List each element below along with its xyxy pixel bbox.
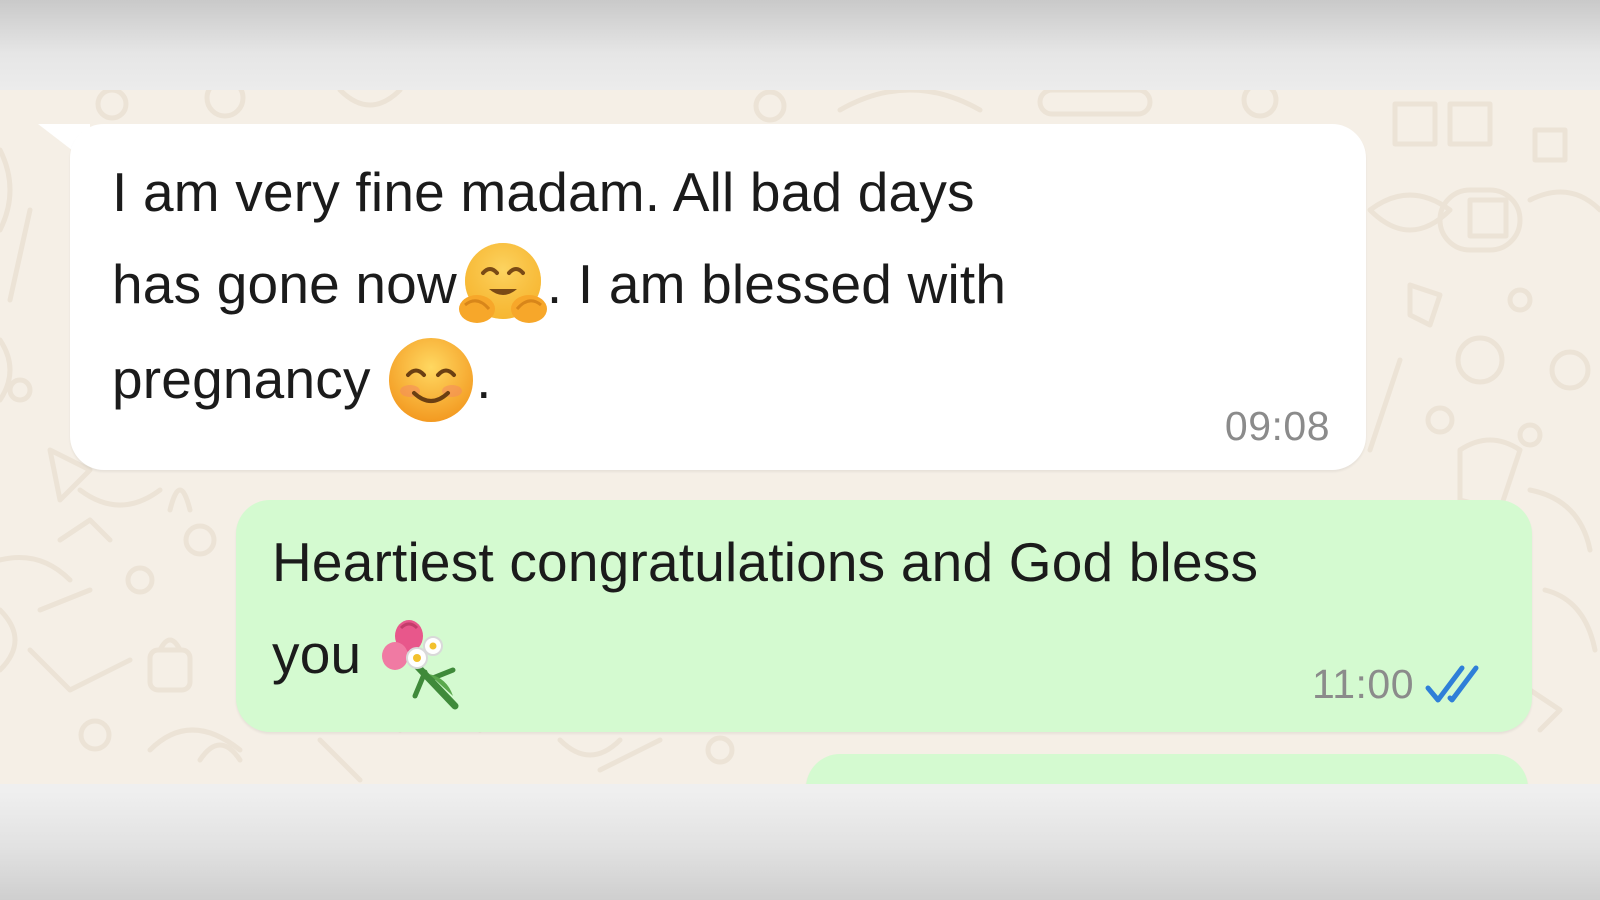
outgoing-message-bubble[interactable]: Heartiest congratulations and God bless …: [236, 500, 1532, 732]
smiling-face-with-smiling-eyes-emoji: [386, 335, 476, 425]
message-timestamp: 11:00: [1311, 661, 1414, 707]
message-line: you: [272, 623, 377, 685]
bouquet-emoji: [377, 616, 467, 712]
message-timestamp: 09:08: [1224, 403, 1330, 449]
message-line: . I am blessed with: [546, 253, 1007, 315]
incoming-message-text: I am very fine madam. All bad days has g…: [112, 146, 1212, 429]
hugging-face-emoji: [455, 239, 551, 329]
chat-conversation: I am very fine madam. All bad days has g…: [0, 90, 1600, 784]
message-line: I am very fine madam. All bad days: [112, 161, 975, 223]
message-line: Heartiest congratulations and God bless: [272, 531, 1259, 593]
incoming-message-bubble[interactable]: I am very fine madam. All bad days has g…: [70, 124, 1366, 470]
outgoing-message-text: Heartiest congratulations and God bless …: [272, 516, 1492, 710]
message-line: .: [476, 348, 492, 411]
outgoing-message-bubble-partial[interactable]: [806, 754, 1528, 784]
message-line: pregnancy: [112, 348, 387, 411]
message-line: has gone now: [112, 253, 457, 315]
read-double-tick-icon: [1425, 665, 1479, 703]
